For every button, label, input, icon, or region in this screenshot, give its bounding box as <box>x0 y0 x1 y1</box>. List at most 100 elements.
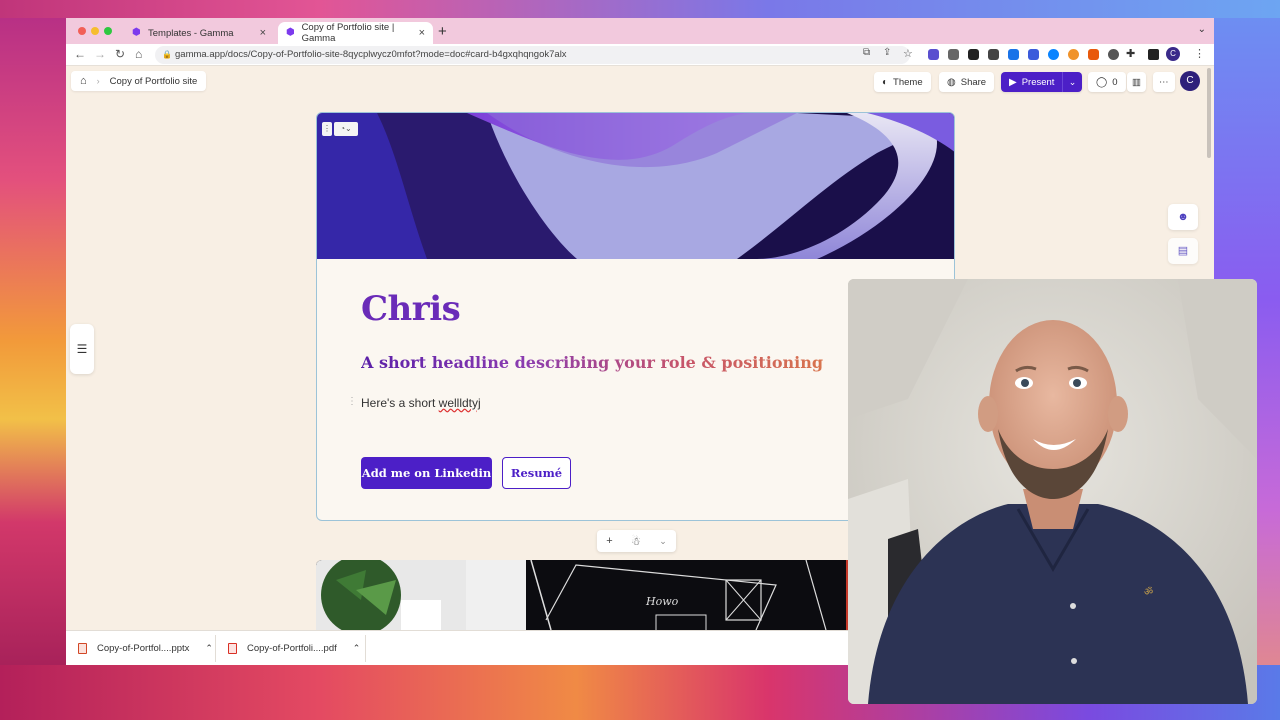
breadcrumb[interactable]: ⌂ › Copy of Portfolio site <box>71 71 207 91</box>
extension-icon[interactable] <box>1048 49 1059 60</box>
divider <box>215 635 216 662</box>
chart-icon: ▥ <box>1132 76 1141 88</box>
play-icon: ▶ <box>1009 76 1017 88</box>
install-icon[interactable]: ⧉ <box>863 47 870 58</box>
webcam-overlay: ॐ <box>848 279 1257 704</box>
extension-icon[interactable] <box>1108 49 1119 60</box>
block-drag-handle-icon[interactable]: ⋮ <box>347 396 357 407</box>
close-tab-icon[interactable]: × <box>419 27 425 39</box>
chevron-right-icon: › <box>96 76 100 86</box>
extension-icon[interactable] <box>988 49 999 60</box>
extension-icon[interactable] <box>1088 49 1099 60</box>
extension-icon[interactable] <box>1028 49 1039 60</box>
back-icon[interactable]: ← <box>74 47 86 61</box>
pptx-file-icon <box>78 643 87 654</box>
more-options-button[interactable]: ⋯ <box>1153 72 1175 92</box>
gamma-app-bar: ⌂ › Copy of Portfolio site ◐ Theme ◍ Sha… <box>66 66 1214 98</box>
theme-button[interactable]: ◐ Theme <box>874 72 931 92</box>
tab-templates[interactable]: ⬢ Templates - Gamma × <box>124 22 274 44</box>
present-dropdown-chevron-icon[interactable]: ⌄ <box>1062 72 1082 92</box>
cards-icon: ▤ <box>1177 245 1189 257</box>
drag-handle-icon[interactable]: ⋮ <box>322 122 332 136</box>
extension-icon[interactable] <box>968 49 979 60</box>
present-label: Present <box>1021 76 1055 88</box>
chevron-up-icon[interactable]: ⌃ <box>205 643 213 654</box>
download-filename: Copy-of-Portfoli....pdf <box>247 643 337 654</box>
card-add-toolbar: + ☃ ⌄ <box>597 530 676 552</box>
side-tool-button[interactable]: ☻ <box>1168 204 1198 230</box>
hero-card-image: ⋮ ◔⌄ <box>317 113 954 259</box>
resume-button[interactable]: Resumé <box>502 457 571 489</box>
body-text[interactable]: Here's a short wellldtyj <box>361 396 481 410</box>
close-window-button[interactable] <box>78 27 86 35</box>
table-of-contents-button[interactable]: ☰ <box>70 324 94 374</box>
bookmark-star-icon[interactable]: ☆ <box>903 47 913 60</box>
divider <box>365 635 366 662</box>
tab-bar: ⬢ Templates - Gamma × ⬢ Copy of Portfoli… <box>66 18 1214 44</box>
browser-menu-icon[interactable]: ⋮ <box>1194 47 1205 60</box>
forward-icon[interactable]: → <box>94 47 106 61</box>
comments-button[interactable]: ◯ 0 <box>1088 72 1126 92</box>
desktop-wallpaper-left <box>0 18 66 665</box>
pdf-file-icon <box>228 643 237 654</box>
abstract-wave-image <box>317 113 954 259</box>
breadcrumb-doc-title: Copy of Portfolio site <box>109 75 198 87</box>
reload-icon[interactable]: ↻ <box>115 47 125 61</box>
share-button[interactable]: ◍ Share <box>939 72 995 92</box>
share-label: Share <box>960 76 987 88</box>
present-button[interactable]: ▶ Present ⌄ <box>1001 72 1082 92</box>
body-text-prefix: Here's a short <box>361 396 436 410</box>
profile-avatar[interactable]: C <box>1166 47 1180 61</box>
home-icon[interactable]: ⌂ <box>80 75 87 87</box>
minimize-window-button[interactable] <box>91 27 99 35</box>
ai-robot-icon[interactable]: ☃ <box>631 535 641 548</box>
user-avatar[interactable]: C <box>1180 71 1200 91</box>
download-item-pptx[interactable]: Copy-of-Portfol....pptx ⌃ <box>78 631 213 665</box>
comment-count: 0 <box>1112 76 1118 88</box>
page-scrollbar[interactable] <box>1207 68 1211 158</box>
linkedin-button[interactable]: Add me on Linkedin <box>361 457 492 489</box>
headline[interactable]: A short headline describing your role & … <box>361 353 823 372</box>
shirt-logo-icon: ॐ <box>1144 586 1153 598</box>
tab-search-chevron-icon[interactable]: ⌄ <box>1198 24 1206 35</box>
url-field[interactable]: 🔒 gamma.app/docs/Copy-of-Portfolio-site-… <box>155 46 910 64</box>
tab-title: Templates - Gamma <box>148 27 234 39</box>
sidepanel-icon[interactable] <box>1148 49 1159 60</box>
gamma-favicon-icon: ⬢ <box>132 27 141 38</box>
chevron-down-icon[interactable]: ⌄ <box>659 536 667 547</box>
person-icon: ☻ <box>1177 211 1189 223</box>
card-style-icon[interactable]: ◔⌄ <box>334 122 358 136</box>
theme-label: Theme <box>893 76 923 88</box>
page-title[interactable]: Chris <box>361 289 461 329</box>
share-page-icon[interactable]: ⇪ <box>883 47 891 58</box>
puzzle-extensions-icon[interactable]: ✚ <box>1126 47 1135 60</box>
tab-title: Copy of Portfolio site | Gamma <box>301 22 395 44</box>
menu-lines-icon: ☰ <box>76 342 88 356</box>
globe-icon: ◍ <box>947 76 956 88</box>
close-tab-icon[interactable]: × <box>260 27 266 39</box>
analytics-button[interactable]: ▥ <box>1127 72 1146 92</box>
new-tab-button[interactable]: + <box>438 23 447 40</box>
chevron-up-icon[interactable]: ⌃ <box>353 643 361 654</box>
zoom-window-button[interactable] <box>104 27 112 35</box>
download-extension-icon[interactable] <box>1008 49 1019 60</box>
presenter-video-image: ॐ <box>848 279 1257 704</box>
download-item-pdf[interactable]: Copy-of-Portfoli....pdf ⌃ <box>228 631 360 665</box>
more-dots-icon: ⋯ <box>1159 76 1169 88</box>
handwriting-text: Howo <box>645 595 679 608</box>
desktop-wallpaper-top <box>0 0 1280 18</box>
side-tool-button[interactable]: ▤ <box>1168 238 1198 264</box>
home-icon[interactable]: ⌂ <box>135 47 142 61</box>
extension-icon[interactable] <box>948 49 959 60</box>
download-filename: Copy-of-Portfol....pptx <box>97 643 190 654</box>
url-text: gamma.app/docs/Copy-of-Portfolio-site-8q… <box>175 49 567 60</box>
add-card-button[interactable]: + <box>606 535 612 547</box>
extension-icon[interactable] <box>1068 49 1079 60</box>
comment-icon: ◯ <box>1096 76 1108 88</box>
palette-icon: ◐ <box>882 76 889 88</box>
lock-icon: 🔒 <box>162 50 172 59</box>
card-controls: ⋮ ◔⌄ <box>322 122 358 136</box>
tab-portfolio[interactable]: ⬢ Copy of Portfolio site | Gamma × <box>278 22 433 44</box>
extension-icon[interactable] <box>928 49 939 60</box>
misspelled-word: wellldtyj <box>438 396 481 410</box>
